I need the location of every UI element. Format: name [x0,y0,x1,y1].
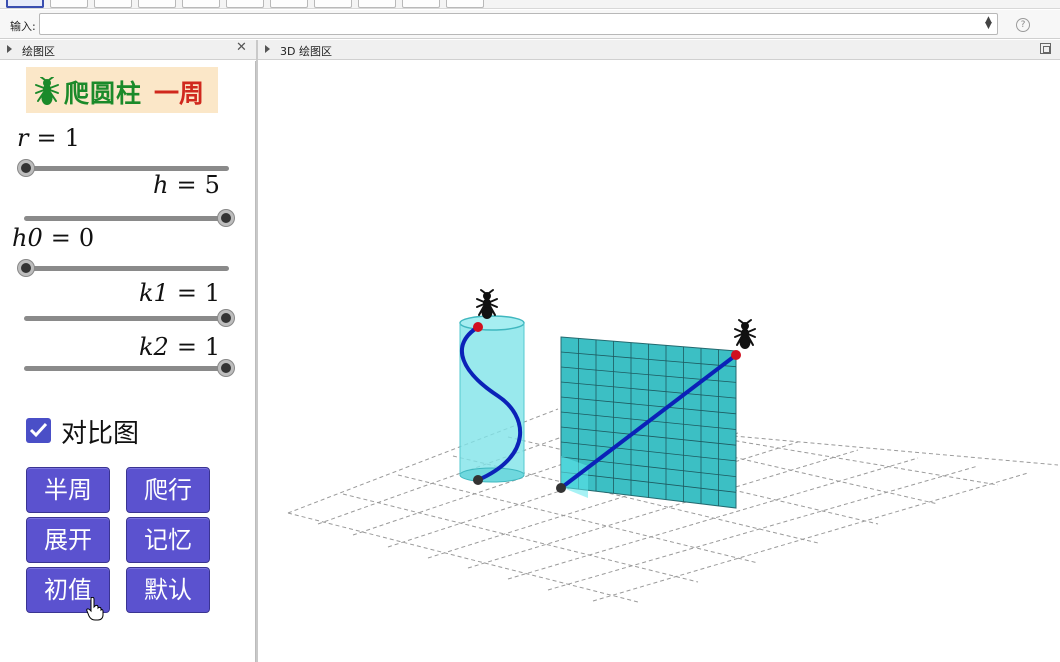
graphics-view: 爬圆柱 一周 r=1 h=5 h0=0 k1=1 k2=1 [0,61,256,662]
default-button[interactable]: 默认 [126,567,210,613]
app-title-box: 爬圆柱 一周 [26,67,218,113]
input-history-icon[interactable]: ▲ ▼ [985,16,992,31]
crawl-button[interactable]: 爬行 [126,467,210,513]
tool-angle[interactable] [314,0,352,8]
slider-k1-handle[interactable] [218,310,234,326]
checkmark-icon [29,422,48,438]
3d-view-header: 3D 绘图区 [258,40,1060,60]
slider-h-value: 5 [204,171,220,199]
cylinder [459,315,525,483]
slider-h0-label: h0 = 0 [12,224,95,252]
ant-icon [35,77,59,105]
toolbar [0,0,1060,9]
geogebra-window: 输入: ▲ ▼ ? 绘图区 ✕ 3D 绘图区 爬圆柱 一周 r = 1 h = … [0,0,1060,662]
slider-k2-value: 1 [204,333,221,361]
ant-icon [476,289,498,319]
help-icon[interactable]: ? [1016,18,1030,32]
hand-cursor-icon [86,597,104,621]
slider-r-handle[interactable] [18,160,34,176]
compare-checkbox[interactable] [26,418,51,443]
app-title-accent: 一周 [154,79,205,108]
slider-r-value: 1 [64,124,80,152]
3d-scene[interactable] [258,61,1060,662]
half-turn-button[interactable]: 半周 [26,467,110,513]
tool-perpendicular[interactable] [138,0,176,8]
slider-k2-name: k2 [139,333,169,361]
slider-h0-value: 0 [78,224,95,252]
slider-k2-handle[interactable] [218,360,234,376]
collapse-triangle-icon[interactable] [265,45,270,53]
tool-conic[interactable] [270,0,308,8]
3d-graphics-view[interactable] [258,61,1060,662]
slider-h0-track[interactable] [24,266,229,271]
tool-transform[interactable] [358,0,396,8]
collapse-triangle-icon[interactable] [7,45,12,53]
slider-r-label: r = 1 [17,124,80,152]
ant-icon [734,319,756,349]
graphics-view-title: 绘图区 [22,45,55,58]
tool-view[interactable] [446,0,484,8]
slider-k1-value: 1 [204,279,221,307]
rectangle-start-point[interactable] [556,483,566,493]
cylinder-start-point[interactable] [473,475,483,485]
app-title-main: 爬圆柱 [64,79,143,108]
slider-h-track[interactable] [24,216,229,221]
graphics-view-header: 绘图区 ✕ [0,40,256,60]
slider-h-name: h [153,171,169,199]
rectangle-ant-point[interactable] [731,350,741,360]
maximize-icon[interactable] [1040,43,1051,54]
slider-k1-name: k1 [139,279,169,307]
slider-h-handle[interactable] [218,210,234,226]
tool-slider[interactable] [402,0,440,8]
close-icon[interactable]: ✕ [236,41,248,54]
memory-button[interactable]: 记忆 [126,517,210,563]
slider-k2-label: k2 = 1 [139,333,221,361]
slider-k1-track[interactable] [24,316,229,321]
tool-point[interactable] [50,0,88,8]
slider-k1-label: k1 = 1 [139,279,221,307]
slider-h-label: h = 5 [153,171,220,199]
slider-h0-handle[interactable] [18,260,34,276]
tool-move[interactable] [6,0,44,8]
input-label: 输入: [10,20,36,33]
input-field[interactable] [39,13,998,35]
tool-polygon[interactable] [182,0,220,8]
input-bar: 输入: ▲ ▼ ? [0,10,1060,39]
slider-k2-track[interactable] [24,366,229,371]
compare-checkbox-label: 对比图 [61,419,140,449]
cylinder-ant-point[interactable] [473,322,483,332]
tool-circle[interactable] [226,0,264,8]
slider-r-name: r [17,124,29,152]
tool-line[interactable] [94,0,132,8]
unfold-button[interactable]: 展开 [26,517,110,563]
slider-h0-name: h0 [12,224,43,252]
3d-view-title: 3D 绘图区 [280,45,332,58]
